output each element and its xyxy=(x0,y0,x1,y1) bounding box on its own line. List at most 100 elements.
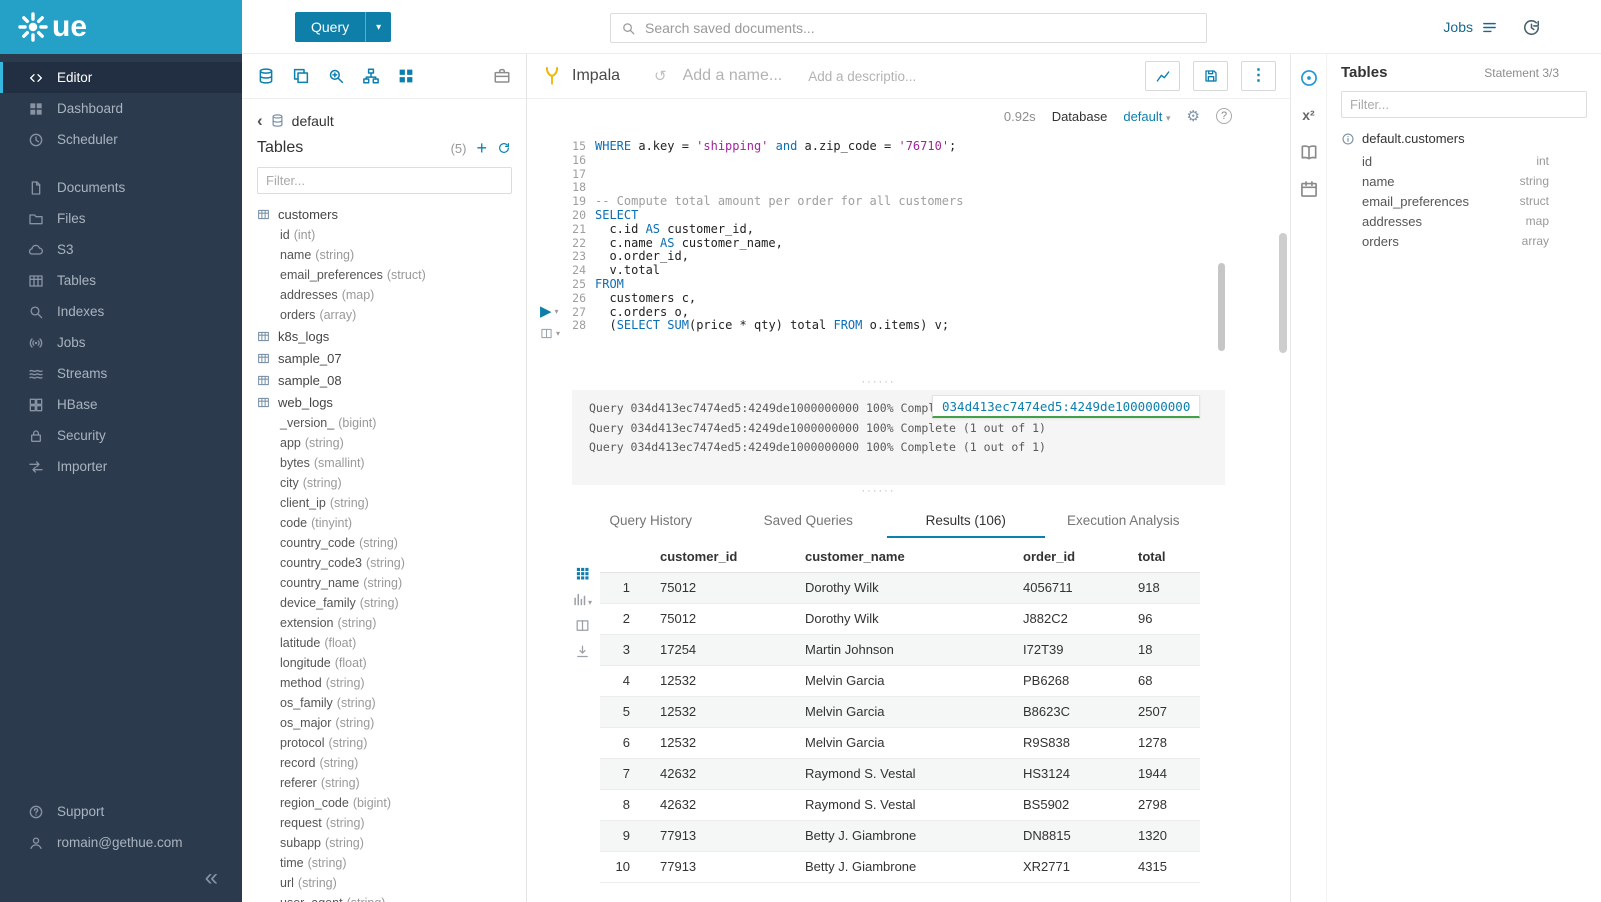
column-item[interactable]: email_preferences(struct) xyxy=(242,265,526,285)
active-table[interactable]: default.customers xyxy=(1341,131,1587,146)
code-line[interactable]: 21 c.id AS customer_id, xyxy=(527,223,1230,237)
code-line[interactable]: 27 c.orders o, xyxy=(527,306,1230,320)
column-item[interactable]: app(string) xyxy=(242,433,526,453)
data-source-icon[interactable] xyxy=(257,67,275,85)
sidebar-item-importer[interactable]: Importer xyxy=(0,451,242,482)
sidebar-collapse-button[interactable]: « xyxy=(205,866,218,890)
column-item[interactable]: city(string) xyxy=(242,473,526,493)
column-item[interactable]: os_major(string) xyxy=(242,713,526,733)
database-selector[interactable]: default ▾ xyxy=(1123,109,1170,124)
table-item-sample-07[interactable]: sample_07 xyxy=(242,347,526,369)
code-line[interactable]: 16 xyxy=(527,154,1230,168)
sidebar-item-dashboard[interactable]: Dashboard xyxy=(0,93,242,124)
code-line[interactable]: 26 customers c, xyxy=(527,292,1230,306)
code-line[interactable]: 24 v.total xyxy=(527,264,1230,278)
main-scrollbar[interactable] xyxy=(1279,233,1287,353)
sidebar-item-documents[interactable]: Documents xyxy=(0,172,242,203)
editor-undo-icon[interactable]: ↺ xyxy=(654,67,667,85)
column-item[interactable]: latitude(float) xyxy=(242,633,526,653)
apps-grid-icon[interactable] xyxy=(397,67,415,85)
sidebar-footer-support[interactable]: Support xyxy=(0,796,242,827)
tab-execution-analysis[interactable]: Execution Analysis xyxy=(1045,505,1203,538)
schedule-icon[interactable] xyxy=(1299,179,1319,199)
jobs-link[interactable]: Jobs xyxy=(1443,19,1498,36)
code-line[interactable]: 23 o.order_id, xyxy=(527,250,1230,264)
query-dropdown-caret-icon[interactable]: ▾ xyxy=(365,12,391,42)
column-item[interactable]: request(string) xyxy=(242,813,526,833)
engine-name[interactable]: Impala xyxy=(572,67,620,85)
more-actions-button[interactable]: ⋮ xyxy=(1241,61,1276,91)
code-line[interactable]: 20SELECT xyxy=(527,209,1230,223)
column-item[interactable]: country_code3(string) xyxy=(242,553,526,573)
column-item[interactable]: record(string) xyxy=(242,753,526,773)
settings-gear-icon[interactable]: ⚙ xyxy=(1187,107,1200,125)
result-row[interactable]: 612532Melvin GarciaR9S8381278 xyxy=(600,727,1200,758)
code-line[interactable]: 19-- Compute total amount per order for … xyxy=(527,195,1230,209)
column-header-customer-id[interactable]: customer_id xyxy=(640,542,785,572)
sitemap-icon[interactable] xyxy=(362,67,380,85)
code-line[interactable]: 25FROM xyxy=(527,278,1230,292)
code-line[interactable]: 17 xyxy=(527,168,1230,182)
hue-logo[interactable]: ue xyxy=(0,0,242,54)
briefcase-icon[interactable] xyxy=(493,67,511,85)
resize-handle-bottom[interactable]: ······ xyxy=(527,487,1230,497)
columns-view-icon[interactable] xyxy=(575,618,590,633)
sidebar-item-security[interactable]: Security xyxy=(0,420,242,451)
back-chevron-icon[interactable]: ‹ xyxy=(257,112,263,129)
code-line[interactable]: 18 xyxy=(527,181,1230,195)
add-table-icon[interactable]: + xyxy=(476,139,487,157)
column-item[interactable]: extension(string) xyxy=(242,613,526,633)
refresh-tables-icon[interactable] xyxy=(497,141,511,155)
column-item[interactable]: bytes(smallint) xyxy=(242,453,526,473)
tab-saved-queries[interactable]: Saved Queries xyxy=(730,505,888,538)
query-name-placeholder[interactable]: Add a name... xyxy=(683,67,783,85)
sidebar-footer-romain-gethue-com[interactable]: romain@gethue.com xyxy=(0,827,242,858)
column-header-order-id[interactable]: order_id xyxy=(1003,542,1118,572)
table-item-sample-08[interactable]: sample_08 xyxy=(242,369,526,391)
sidebar-item-hbase[interactable]: HBase xyxy=(0,389,242,420)
result-row[interactable]: 275012Dorothy WilkJ882C296 xyxy=(600,603,1200,634)
right-column-item[interactable]: namestring xyxy=(1341,171,1587,191)
execute-button[interactable]: ▶▾ xyxy=(540,304,560,319)
grid-view-icon[interactable] xyxy=(575,566,590,581)
search-input[interactable] xyxy=(645,20,1196,36)
query-button[interactable]: Query xyxy=(295,12,365,42)
column-item[interactable]: country_name(string) xyxy=(242,573,526,593)
result-row[interactable]: 412532Melvin GarciaPB626868 xyxy=(600,665,1200,696)
download-icon[interactable] xyxy=(575,644,590,659)
chart-view-icon[interactable]: ▾ xyxy=(572,592,592,607)
column-item[interactable]: client_ip(string) xyxy=(242,493,526,513)
result-row[interactable]: 317254Martin JohnsonI72T3918 xyxy=(600,634,1200,665)
result-row[interactable]: 1077913Betty J. GiambroneXR27714315 xyxy=(600,851,1200,882)
table-item-k8s-logs[interactable]: k8s_logs xyxy=(242,325,526,347)
column-item[interactable]: country_code(string) xyxy=(242,533,526,553)
editor-scrollbar[interactable] xyxy=(1218,263,1225,351)
sidebar-item-files[interactable]: Files xyxy=(0,203,242,234)
info-icon[interactable] xyxy=(1341,132,1355,146)
documents-icon[interactable] xyxy=(292,67,310,85)
result-row[interactable]: 512532Melvin GarciaB8623C2507 xyxy=(600,696,1200,727)
query-description-placeholder[interactable]: Add a descriptio... xyxy=(808,69,916,84)
result-row[interactable]: 977913Betty J. GiambroneDN88151320 xyxy=(600,820,1200,851)
query-history-icon[interactable] xyxy=(1522,18,1541,37)
functions-icon[interactable]: x² xyxy=(1302,105,1314,125)
sidebar-item-scheduler[interactable]: Scheduler xyxy=(0,124,242,155)
save-button[interactable] xyxy=(1193,61,1228,91)
sidebar-item-editor[interactable]: Editor xyxy=(0,62,242,93)
column-item[interactable]: name(string) xyxy=(242,245,526,265)
language-reference-icon[interactable] xyxy=(1299,142,1319,162)
column-item[interactable]: user_agent(string) xyxy=(242,893,526,902)
column-item[interactable]: id(int) xyxy=(242,225,526,245)
code-line[interactable]: 22 c.name AS customer_name, xyxy=(527,237,1230,251)
tables-filter-input[interactable] xyxy=(257,167,512,194)
code-line[interactable]: 28 (SELECT SUM(price * qty) total FROM o… xyxy=(527,319,1230,333)
right-column-item[interactable]: email_preferencesstruct xyxy=(1341,191,1587,211)
column-item[interactable]: addresses(map) xyxy=(242,285,526,305)
code-line[interactable]: 15WHERE a.key = 'shipping' and a.zip_cod… xyxy=(527,140,1230,154)
column-item[interactable]: os_family(string) xyxy=(242,693,526,713)
result-row[interactable]: 742632Raymond S. VestalHS31241944 xyxy=(600,758,1200,789)
column-item[interactable]: orders(array) xyxy=(242,305,526,325)
column-item[interactable]: protocol(string) xyxy=(242,733,526,753)
code-editor[interactable]: 15WHERE a.key = 'shipping' and a.zip_cod… xyxy=(527,132,1230,382)
table-item-customers[interactable]: customers xyxy=(242,203,526,225)
